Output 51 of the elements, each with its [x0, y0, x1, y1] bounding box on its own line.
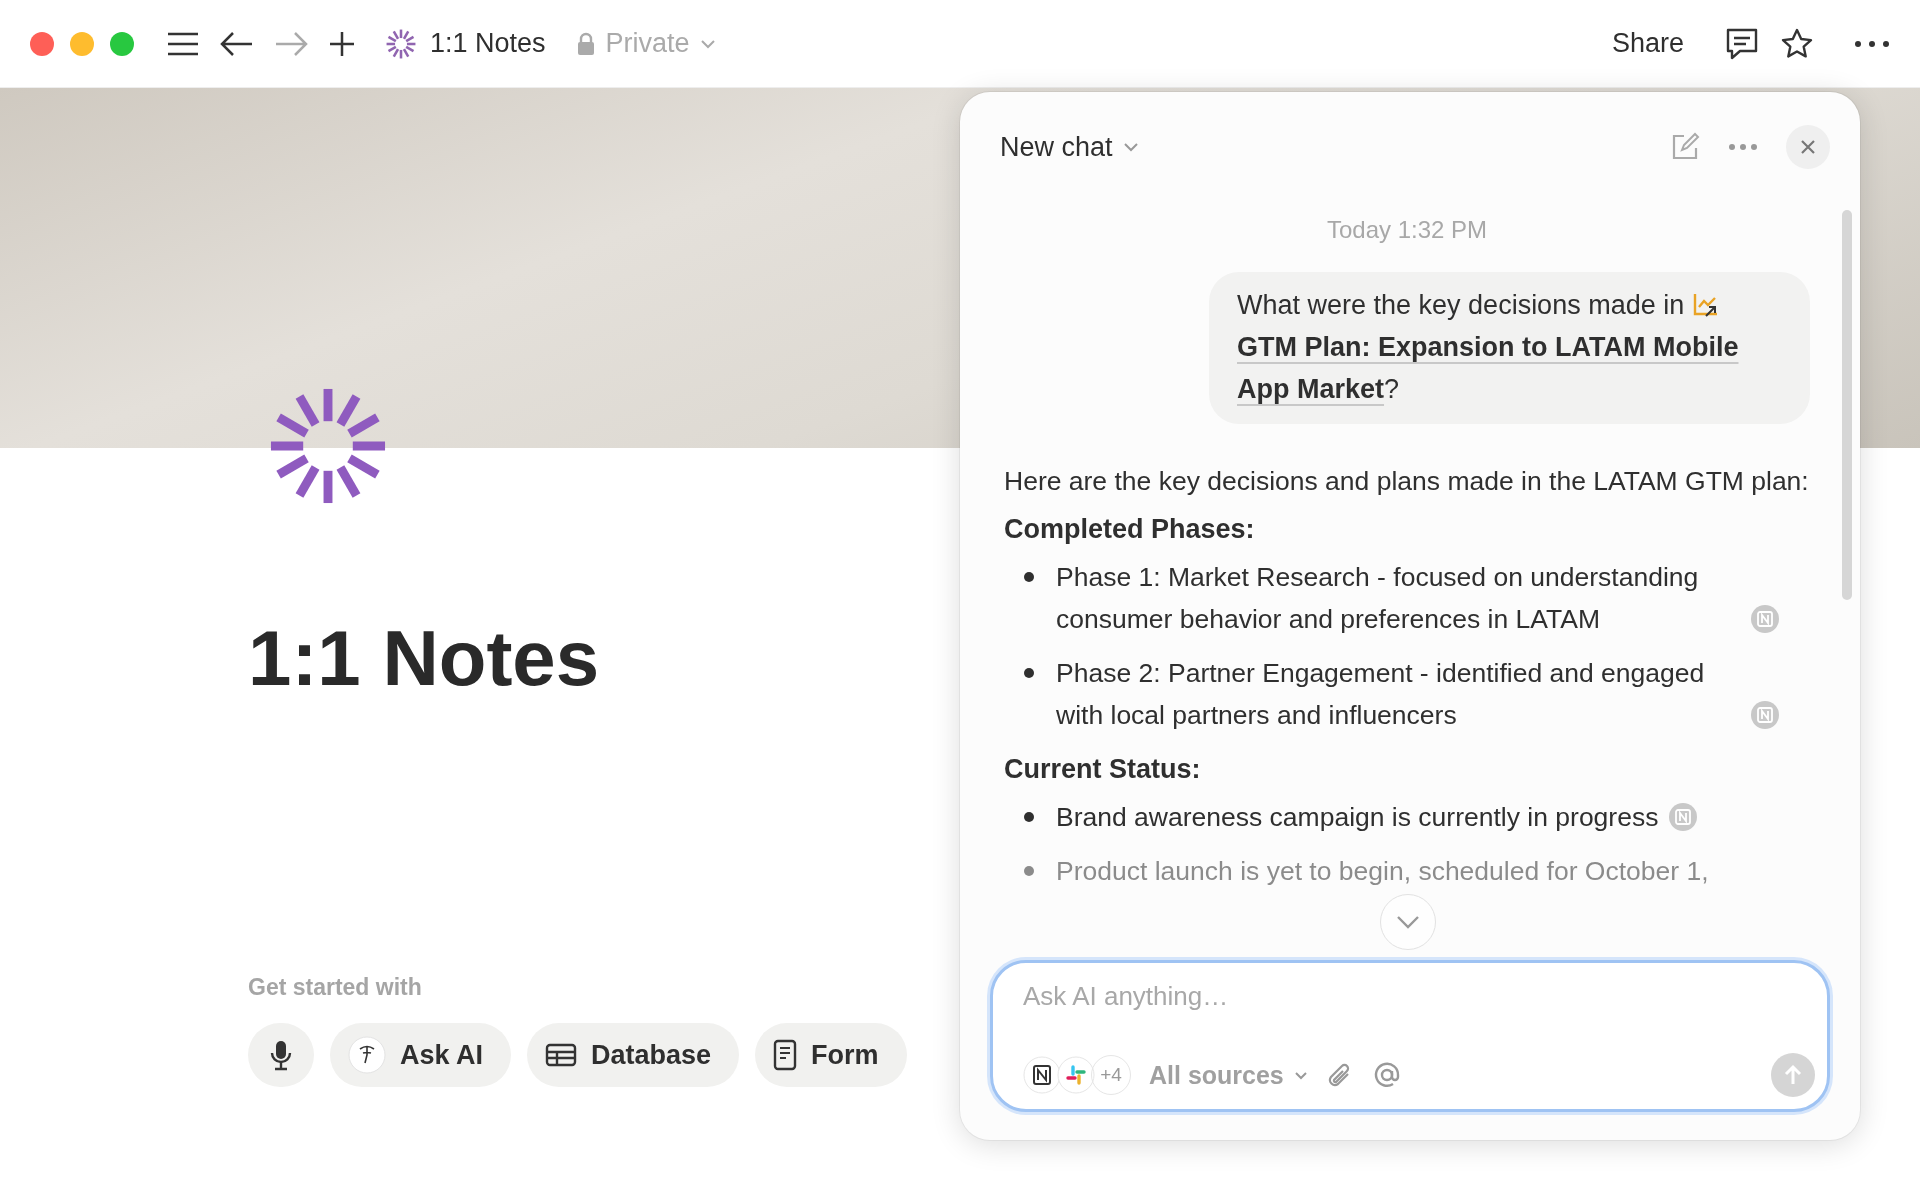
window-close-button[interactable]	[30, 31, 54, 56]
send-button[interactable]	[1771, 1053, 1815, 1097]
share-button[interactable]: Share	[1605, 27, 1690, 60]
page-title: 1:1 Notes	[248, 613, 600, 704]
menu-icon[interactable]	[166, 30, 200, 57]
timestamp: Today 1:32 PM	[1325, 216, 1489, 244]
page-breadcrumb[interactable]: 1:1 Notes	[430, 28, 546, 59]
form-button[interactable]: Form	[755, 1023, 907, 1087]
chevron-down-icon	[699, 38, 716, 49]
bullet-text: Product launch is yet to begin, scheduled for October 1,	[1056, 855, 1709, 888]
ask-ai-button[interactable]: Ask AI	[330, 1023, 512, 1087]
lock-icon	[575, 31, 596, 56]
forward-arrow-icon[interactable]	[274, 30, 308, 57]
user-message-text: What were the key decisions made in	[1237, 289, 1685, 322]
comment-icon[interactable]	[1724, 26, 1760, 61]
close-button[interactable]	[1786, 125, 1830, 169]
bullet-dot	[1024, 572, 1034, 582]
bullet-text: Phase 1: Market Research - focused on understanding consumer behavior and preferences in LATAM	[1056, 561, 1700, 636]
notion-logo-icon	[1023, 1056, 1061, 1094]
source-citation-icon[interactable]	[1668, 802, 1699, 832]
compose-icon[interactable]	[1670, 132, 1700, 162]
chevron-down-icon	[1122, 142, 1139, 152]
bullet-dot	[1024, 866, 1034, 876]
chevron-down-icon	[1293, 1070, 1308, 1080]
bullet-dot	[1024, 812, 1034, 822]
table-icon	[545, 1043, 578, 1067]
database-button[interactable]: Database	[527, 1023, 740, 1087]
response-heading: Completed Phases:	[1004, 513, 1256, 546]
back-arrow-icon[interactable]	[220, 30, 254, 57]
source-citation-icon[interactable]	[1750, 700, 1780, 730]
arrow-up-icon	[1783, 1064, 1803, 1086]
more-icon[interactable]	[1854, 39, 1890, 48]
chevron-down-icon	[1396, 915, 1420, 929]
microphone-icon	[270, 1039, 292, 1071]
response-intro: Here are the key decisions and plans made in the LATAM GTM plan:	[1004, 465, 1810, 498]
page-mention-link[interactable]: GTM Plan: Expansion to LATAM Mobile App Market?	[1237, 326, 1784, 410]
bullet-dot	[1024, 668, 1034, 678]
window-zoom-button[interactable]	[110, 31, 134, 56]
bullet-text: Brand awareness campaign is currently in progress	[1056, 801, 1659, 834]
get-started-label: Get started with	[248, 974, 422, 1001]
slack-logo-icon	[1057, 1056, 1095, 1094]
response-heading: Current Status:	[1004, 753, 1202, 786]
star-icon[interactable]	[1780, 26, 1814, 61]
source-citation-icon[interactable]	[1750, 604, 1780, 634]
plus-icon[interactable]	[328, 29, 356, 58]
scrollbar-thumb[interactable]	[1842, 210, 1852, 600]
chat-title-dropdown[interactable]: New chat	[1000, 131, 1139, 163]
bullet-text: Phase 2: Partner Engagement - identified and engaged with local partners and influencers	[1056, 657, 1706, 732]
window-minimize-button[interactable]	[70, 31, 94, 56]
document-icon	[773, 1039, 798, 1071]
close-icon	[1799, 138, 1817, 156]
